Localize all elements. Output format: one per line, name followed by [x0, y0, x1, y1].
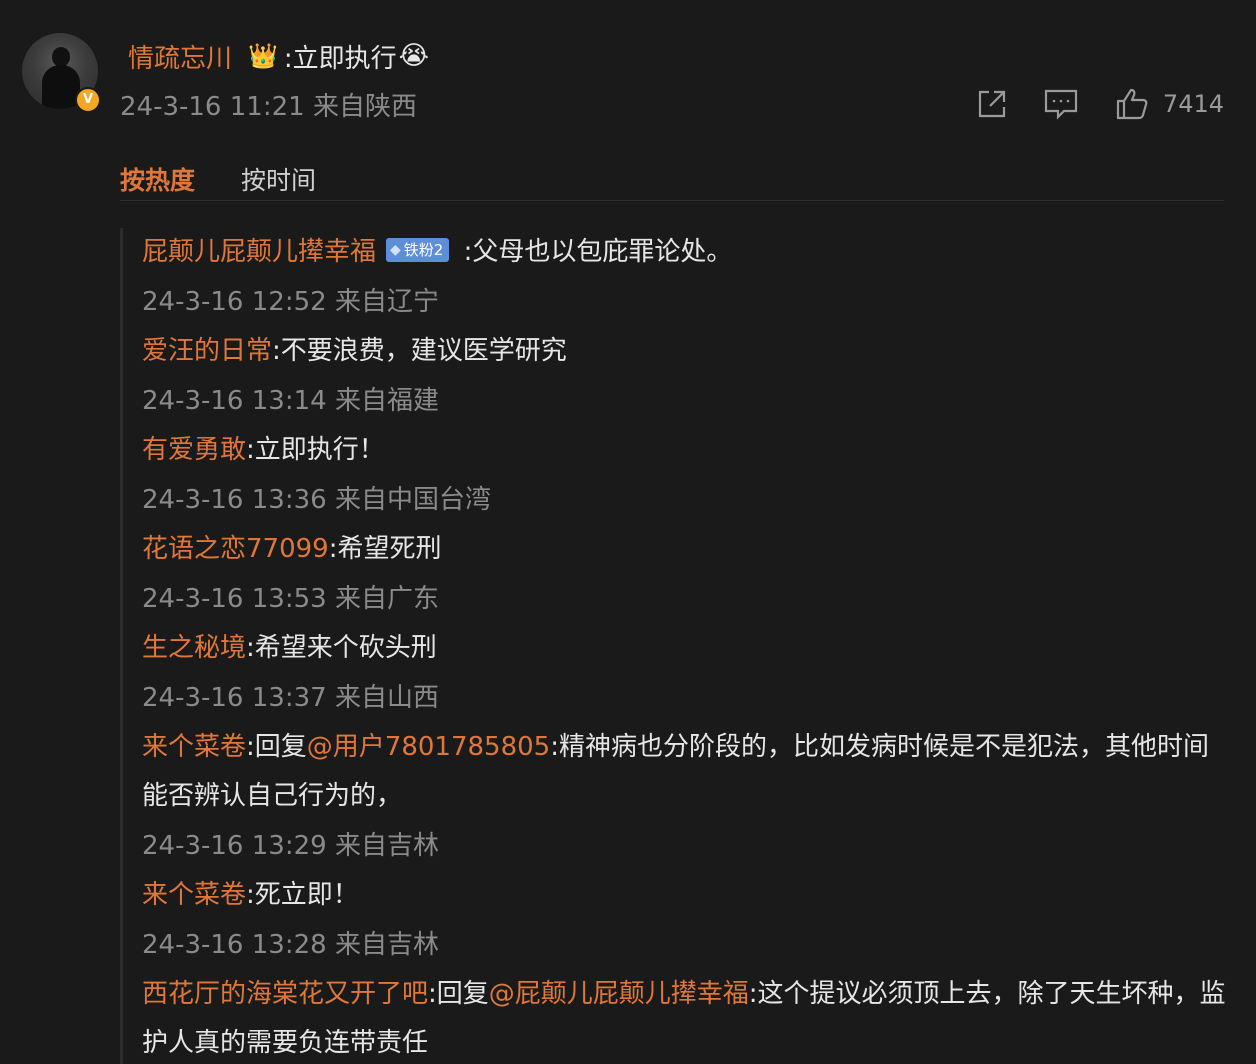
post-text: :立即执行 — [283, 43, 397, 74]
reply-location: 来自辽宁 — [334, 287, 439, 317]
reply-username[interactable]: 花语之恋77099 — [142, 534, 329, 564]
crying-laughing-emoji-icon: 😭 — [398, 41, 430, 71]
reply-prefix: :回复 — [428, 979, 489, 1009]
share-icon — [978, 90, 1006, 118]
reply-meta: 24-3-16 13:29 来自吉林 — [142, 821, 1227, 871]
post-meta: 24-3-16 11:21 来自陕西 — [120, 86, 417, 123]
reply-username[interactable]: 生之秘境 — [142, 633, 246, 663]
reply-location: 来自吉林 — [334, 930, 439, 960]
post-header: 情疏忘川 👑 :立即执行 😭 — [128, 36, 429, 76]
reply-location: 来自广东 — [334, 584, 439, 614]
tab-sort-by-time[interactable]: 按时间 — [241, 161, 316, 197]
comment-icon — [1044, 89, 1078, 120]
reply-content: :希望来个砍头刑 — [246, 633, 437, 663]
reply-item: 花语之恋77099:希望死刑 — [142, 525, 1227, 574]
reply-timestamp: 24-3-16 13:53 — [142, 584, 327, 614]
reply-timestamp: 24-3-16 13:14 — [142, 386, 327, 416]
reply-mention[interactable]: @屁颠儿屁颠儿撵幸福 — [489, 979, 749, 1009]
crown-icon: 👑 — [248, 42, 278, 70]
reply-item: 来个菜卷:回复@用户7801785805:精神病也分阶段的，比如发病时候是不是犯… — [142, 723, 1227, 821]
verified-badge-icon: V — [75, 87, 101, 113]
reply-item: 爱汪的日常:不要浪费，建议医学研究 — [142, 327, 1227, 376]
reply-meta: 24-3-16 13:14 来自福建 — [142, 376, 1227, 426]
reply-meta: 24-3-16 13:53 来自广东 — [142, 574, 1227, 624]
reply-item: 生之秘境:希望来个砍头刑 — [142, 624, 1227, 673]
diamond-icon: ◆ — [390, 241, 401, 258]
reply-meta: 24-3-16 13:28 来自吉林 — [142, 920, 1227, 970]
reply-timestamp: 24-3-16 13:29 — [142, 831, 327, 861]
reply-content: :父母也以包庇罪论处。 — [455, 237, 733, 267]
reply-username[interactable]: 西花厅的海棠花又开了吧 — [142, 979, 428, 1009]
fan-badge-label: 铁粉2 — [403, 240, 444, 259]
post-timestamp: 24-3-16 11:21 — [120, 92, 305, 122]
reply-item: 来个菜卷:死立即！ — [142, 871, 1227, 920]
reply-timestamp: 24-3-16 13:36 — [142, 485, 327, 515]
comment-button[interactable] — [1043, 87, 1079, 121]
reply-meta: 24-3-16 13:36 来自中国台湾 — [142, 475, 1227, 525]
reply-thread: 屁颠儿屁颠儿撵幸福 ◆ 铁粉2 :父母也以包庇罪论处。 24-3-16 12:52 … — [120, 228, 1227, 1064]
reply-location: 来自福建 — [334, 386, 439, 416]
reply-location: 来自中国台湾 — [334, 485, 491, 515]
reply-list: 屁颠儿屁颠儿撵幸福 ◆ 铁粉2 :父母也以包庇罪论处。 24-3-16 12:52 … — [123, 228, 1227, 1064]
reply-location: 来自吉林 — [334, 831, 439, 861]
reply-meta: 24-3-16 12:52 来自辽宁 — [142, 277, 1227, 327]
reply-username[interactable]: 屁颠儿屁颠儿撵幸福 — [142, 237, 376, 267]
reply-content: :希望死刑 — [328, 534, 442, 564]
like-count: 7414 — [1162, 90, 1224, 118]
fan-badge: ◆ 铁粉2 — [386, 237, 450, 262]
reply-timestamp: 24-3-16 13:37 — [142, 683, 327, 713]
like-button[interactable]: 7414 — [1115, 87, 1224, 121]
reply-username[interactable]: 爱汪的日常 — [142, 336, 272, 366]
reply-content: :不要浪费，建议医学研究 — [272, 336, 567, 366]
reply-location: 来自山西 — [334, 683, 439, 713]
post-location: 来自陕西 — [312, 92, 417, 122]
reply-timestamp: 24-3-16 12:52 — [142, 287, 327, 317]
reply-username[interactable]: 有爱勇敢 — [142, 435, 246, 465]
sort-bar: 按热度 按时间 — [120, 158, 1224, 201]
reply-item: 屁颠儿屁颠儿撵幸福 ◆ 铁粉2 :父母也以包庇罪论处。 — [142, 228, 1227, 277]
thumbs-up-icon — [1116, 88, 1148, 120]
tab-sort-by-hot[interactable]: 按热度 — [120, 161, 195, 197]
avatar-figure-head — [52, 47, 70, 67]
reply-prefix: :回复 — [246, 732, 307, 762]
reply-mention[interactable]: @用户7801785805 — [307, 732, 550, 762]
reply-username[interactable]: 来个菜卷 — [142, 880, 246, 910]
share-button[interactable] — [975, 87, 1009, 121]
reply-item: 西花厅的海棠花又开了吧:回复@屁颠儿屁颠儿撵幸福:这个提议必须顶上去，除了天生坏… — [142, 970, 1227, 1064]
post-author-name[interactable]: 情疏忘川 — [128, 38, 232, 75]
reply-meta: 24-3-16 13:37 来自山西 — [142, 673, 1227, 723]
reply-content: :立即执行！ — [246, 435, 385, 465]
post-actions: 7414 — [975, 82, 1224, 126]
reply-item: 有爱勇敢:立即执行！ — [142, 426, 1227, 475]
reply-content: :死立即！ — [246, 880, 359, 910]
reply-timestamp: 24-3-16 13:28 — [142, 930, 327, 960]
reply-username[interactable]: 来个菜卷 — [142, 732, 246, 762]
